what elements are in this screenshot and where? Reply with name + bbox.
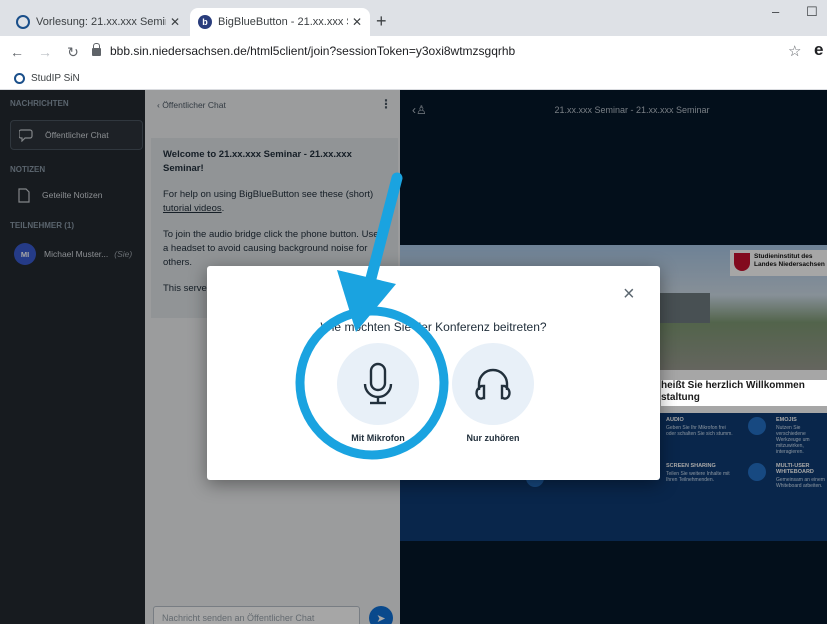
modal-title: Wie möchten Sie der Konferenz beitreten?	[320, 320, 547, 334]
tab-title: Vorlesung: 21.xx.xxx Seminar - Mi	[36, 16, 166, 28]
studip-icon	[16, 15, 30, 29]
bookmark-star-icon[interactable]: ☆	[788, 42, 801, 60]
forward-icon[interactable]: →	[34, 44, 56, 60]
browser-nav-bar: ← → ↻ bbb.sin.niedersachsen.de/html5clie…	[0, 36, 827, 68]
listen-option-circle	[452, 343, 534, 425]
join-with-microphone-button[interactable]: Mit Mikrofon	[330, 343, 426, 443]
browser-tab-bar: Vorlesung: 21.xx.xxx Seminar - Mi ✕ b Bi…	[0, 0, 827, 36]
close-tab-icon[interactable]: ✕	[170, 15, 180, 29]
microphone-option-circle	[337, 343, 419, 425]
reload-icon[interactable]: ↻	[62, 44, 84, 61]
lock-icon	[92, 43, 101, 56]
headphones-icon	[475, 368, 511, 400]
tab-title: BigBlueButton - 21.xx.xxx Semina	[218, 16, 348, 28]
profile-icon[interactable]: e	[814, 40, 823, 60]
slide-welcome-text: heißt Sie herzlich Willkommen staltung	[661, 380, 805, 403]
listen-only-button[interactable]: Nur zuhören	[445, 343, 541, 443]
close-tab-icon[interactable]: ✕	[352, 15, 362, 29]
maximize-button[interactable]: ☐	[806, 4, 818, 20]
slide-welcome-visible: heißt Sie herzlich Willkommen staltung	[661, 380, 827, 406]
bookmarks-bar: StudIP SiN	[0, 68, 827, 90]
listen-option-label: Nur zuhören	[466, 433, 520, 443]
minimize-button[interactable]: –	[772, 4, 779, 19]
new-tab-button[interactable]: +	[376, 12, 387, 30]
address-bar[interactable]: bbb.sin.niedersachsen.de/html5client/joi…	[92, 43, 516, 58]
tab-vorlesung[interactable]: Vorlesung: 21.xx.xxx Seminar - Mi ✕	[8, 8, 188, 36]
url-text: bbb.sin.niedersachsen.de/html5client/joi…	[110, 44, 516, 58]
back-icon[interactable]: ←	[6, 44, 28, 60]
bigbluebutton-icon: b	[198, 15, 212, 29]
bookmark-studip[interactable]: StudIP SiN	[31, 73, 80, 84]
microphone-option-label: Mit Mikrofon	[351, 433, 405, 443]
microphone-icon	[363, 362, 393, 405]
studip-icon	[14, 73, 25, 84]
join-audio-modal: × Wie möchten Sie der Konferenz beitrete…	[207, 266, 660, 480]
close-icon[interactable]: ×	[623, 284, 635, 304]
tab-bigbluebutton[interactable]: b BigBlueButton - 21.xx.xxx Semina ✕	[190, 8, 370, 36]
